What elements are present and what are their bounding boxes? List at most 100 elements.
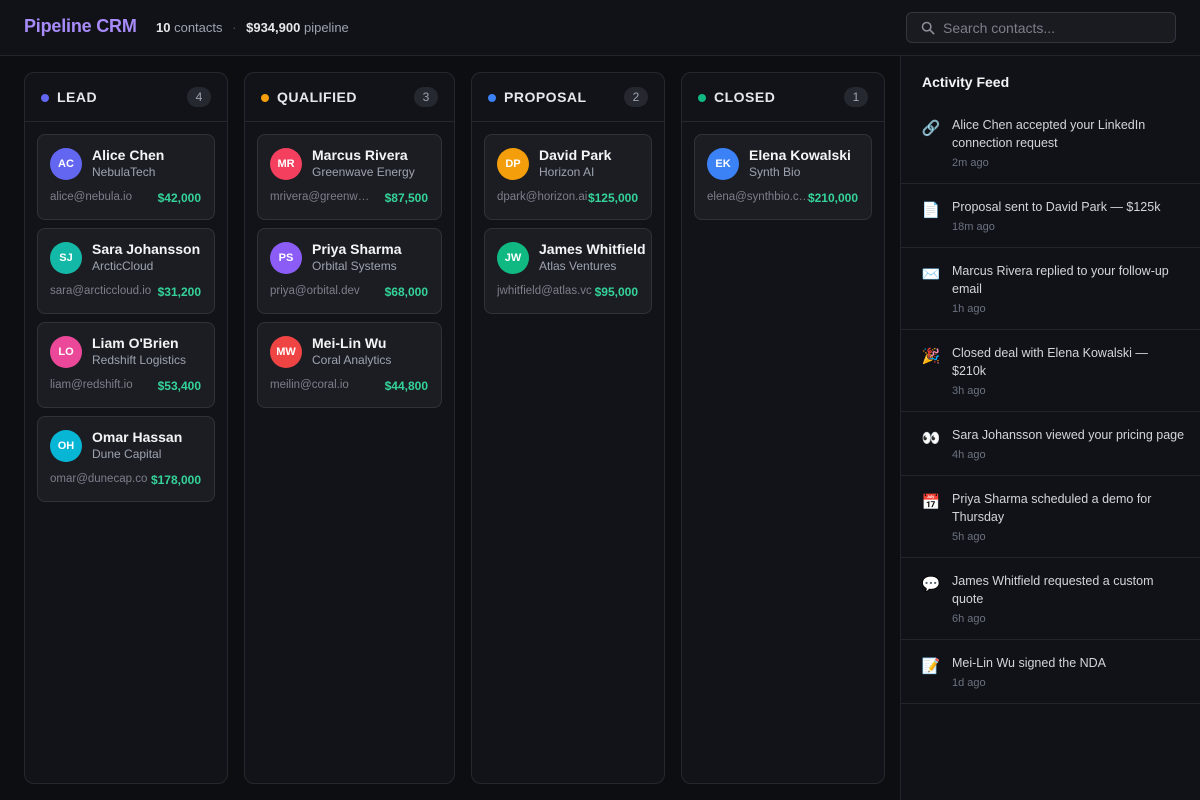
activity-item[interactable]: 📅 Priya Sharma scheduled a demo for Thurs… — [901, 476, 1200, 558]
memo-icon: 📝 — [921, 658, 941, 675]
contact-name: Mei-Lin Wu — [312, 335, 387, 351]
contact-company: ArcticCloud — [92, 259, 154, 273]
activity-item[interactable]: 📝 Mei-Lin Wu signed the NDA 1d ago — [901, 640, 1200, 704]
column-count-badge: 2 — [624, 87, 648, 107]
activity-feed: Activity Feed 🔗 Alice Chen accepted your … — [900, 56, 1200, 800]
contact-card[interactable]: SJ Sara Johansson ArcticCloud sara@arcticcl… — [37, 228, 215, 314]
contact-name: David Park — [539, 147, 612, 163]
contact-card[interactable]: MW Mei-Lin Wu Coral Analytics meilin@coral.… — [257, 322, 442, 408]
search-input[interactable] — [943, 18, 1168, 38]
contacts-count: 10 — [156, 20, 171, 35]
contact-company: Horizon AI — [539, 165, 595, 179]
activity-item[interactable]: 📄 Proposal sent to David Park — $125k 18m … — [901, 184, 1200, 248]
deal-value: $68,000 — [384, 285, 428, 299]
contact-email: jwhitfield@atlas.vc — [497, 285, 592, 297]
deal-value: $87,500 — [384, 191, 428, 205]
deal-value: $210,000 — [807, 191, 858, 205]
contact-name: Omar Hassan — [92, 429, 183, 445]
column-cards: DP David Park Horizon AI dpark@horizon.ai $1… — [472, 122, 664, 334]
activity-feed-title: Activity Feed — [922, 74, 1010, 90]
contact-email: alice@nebula.io — [50, 191, 133, 203]
activity-text: Proposal sent to David Park — $125k — [952, 200, 1161, 214]
column-cards: AC Alice Chen NebulaTech alice@nebula.io $42… — [25, 122, 227, 522]
contact-email: sara@arcticcloud.io — [50, 285, 152, 297]
deal-value: $178,000 — [150, 473, 201, 487]
column-qualified[interactable]: QUALIFIED 3 MR Marcus Rivera Greenwave Energ… — [244, 72, 455, 784]
deal-value: $44,800 — [384, 379, 428, 393]
column-count-badge: 4 — [187, 87, 211, 107]
contact-card[interactable]: PS Priya Sharma Orbital Systems priya@orbit… — [257, 228, 442, 314]
activity-time: 3h ago — [952, 385, 986, 397]
column-title: QUALIFIED — [277, 89, 357, 105]
deal-value: $53,400 — [157, 379, 201, 393]
calendar-icon: 📅 — [921, 494, 941, 511]
stats-separator: · — [232, 20, 237, 35]
avatar: DP — [497, 148, 529, 180]
activity-text: Priya Sharma scheduled a demo for Thursd… — [952, 492, 1152, 524]
app-title[interactable]: Pipeline CRM — [24, 16, 137, 37]
column-title: CLOSED — [714, 89, 776, 105]
column-lead[interactable]: LEAD 4 AC Alice Chen NebulaTech alice@nebula.… — [24, 72, 228, 784]
contact-company: Synth Bio — [749, 165, 801, 179]
contact-name: Liam O'Brien — [92, 335, 179, 351]
column-header: LEAD 4 — [25, 73, 227, 122]
activity-text: James Whitfield requested a custom quote — [952, 574, 1154, 606]
activity-time: 2m ago — [952, 157, 989, 169]
column-count-badge: 3 — [414, 87, 438, 107]
avatar: LO — [50, 336, 82, 368]
column-header: QUALIFIED 3 — [245, 73, 454, 122]
contact-name: Elena Kowalski — [749, 147, 851, 163]
avatar: SJ — [50, 242, 82, 274]
activity-time: 4h ago — [952, 449, 986, 461]
column-status-dot — [698, 94, 706, 102]
column-status-dot — [488, 94, 496, 102]
contact-card[interactable]: LO Liam O'Brien Redshift Logistics liam@red… — [37, 322, 215, 408]
activity-text: Closed deal with Elena Kowalski — $210k — [952, 346, 1148, 378]
search-box[interactable] — [906, 12, 1176, 43]
contact-card[interactable]: JW James Whitfield Atlas Ventures jwhitfiel… — [484, 228, 652, 314]
contact-card[interactable]: DP David Park Horizon AI dpark@horizon.ai $1… — [484, 134, 652, 220]
contact-email: mrivera@greenwave.com — [270, 191, 374, 203]
column-cards: MR Marcus Rivera Greenwave Energy mrivera@g… — [245, 122, 454, 428]
column-closed[interactable]: CLOSED 1 EK Elena Kowalski Synth Bio elena@sy… — [681, 72, 885, 784]
activity-text: Mei-Lin Wu signed the NDA — [952, 656, 1107, 670]
column-header: PROPOSAL 2 — [472, 73, 664, 122]
contact-company: Coral Analytics — [312, 353, 392, 367]
column-title: LEAD — [57, 89, 98, 105]
avatar: AC — [50, 148, 82, 180]
contact-card[interactable]: EK Elena Kowalski Synth Bio elena@synthbio.… — [694, 134, 872, 220]
activity-time: 1d ago — [952, 677, 986, 689]
column-proposal[interactable]: PROPOSAL 2 DP David Park Horizon AI dpark@hor… — [471, 72, 665, 784]
activity-text: Marcus Rivera replied to your follow-up … — [952, 264, 1169, 296]
contact-company: Orbital Systems — [312, 259, 397, 273]
activity-text: Alice Chen accepted your LinkedIn connec… — [952, 118, 1146, 150]
contact-card[interactable]: AC Alice Chen NebulaTech alice@nebula.io $42… — [37, 134, 215, 220]
contact-email: liam@redshift.io — [50, 379, 133, 391]
deal-value: $125,000 — [587, 191, 638, 205]
activity-text: Sara Johansson viewed your pricing page — [952, 428, 1185, 442]
contact-card[interactable]: MR Marcus Rivera Greenwave Energy mrivera@g… — [257, 134, 442, 220]
contact-email: elena@synthbio.com — [707, 191, 811, 203]
avatar: PS — [270, 242, 302, 274]
column-status-dot — [41, 94, 49, 102]
activity-time: 1h ago — [952, 303, 986, 315]
contact-company: Greenwave Energy — [312, 165, 415, 179]
activity-item[interactable]: 💬 James Whitfield requested a custom quot… — [901, 558, 1200, 640]
activity-time: 5h ago — [952, 531, 986, 543]
column-count-badge: 1 — [844, 87, 868, 107]
activity-item[interactable]: 🔗 Alice Chen accepted your LinkedIn conne… — [901, 102, 1200, 184]
contact-name: Priya Sharma — [312, 241, 402, 257]
contact-email: meilin@coral.io — [270, 379, 349, 391]
activity-item[interactable]: 🎉 Closed deal with Elena Kowalski — $210k… — [901, 330, 1200, 412]
activity-time: 18m ago — [952, 221, 995, 233]
activity-list: 🔗 Alice Chen accepted your LinkedIn conne… — [901, 102, 1200, 704]
avatar: MW — [270, 336, 302, 368]
contact-card[interactable]: OH Omar Hassan Dune Capital omar@dunecap.co… — [37, 416, 215, 502]
document-icon: 📄 — [921, 202, 941, 219]
pipeline-label: pipeline — [303, 20, 349, 35]
contact-name: James Whitfield — [539, 241, 646, 257]
activity-item[interactable]: 👀 Sara Johansson viewed your pricing page… — [901, 412, 1200, 476]
column-title: PROPOSAL — [504, 89, 587, 105]
activity-item[interactable]: ✉️ Marcus Rivera replied to your follow-u… — [901, 248, 1200, 330]
pipeline-value: $934,900 — [246, 20, 301, 35]
